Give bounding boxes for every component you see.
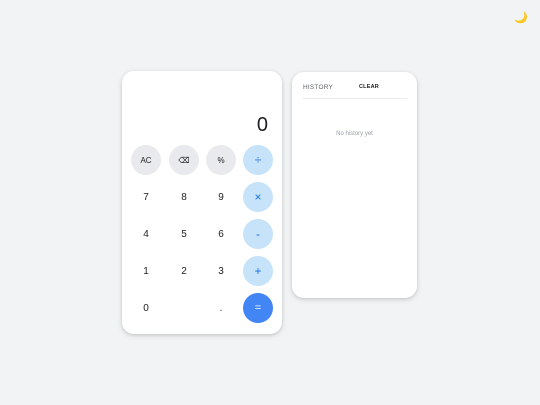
digit-4-button[interactable]: 4 — [131, 219, 161, 249]
clear-history-button[interactable]: CLEAR — [359, 84, 379, 90]
multiply-button[interactable]: × — [243, 182, 273, 212]
digit-5-button[interactable]: 5 — [169, 219, 199, 249]
add-button[interactable]: + — [243, 256, 273, 286]
decimal-button[interactable]: . — [206, 293, 236, 323]
theme-toggle-button[interactable]: 🌙 — [512, 9, 530, 27]
calculator-display: 0 — [256, 114, 268, 136]
backspace-icon: ⌫ — [178, 155, 190, 165]
digit-8-button[interactable]: 8 — [169, 182, 199, 212]
digit-6-button[interactable]: 6 — [206, 219, 236, 249]
backspace-button[interactable]: ⌫ — [169, 145, 199, 175]
ac-button[interactable]: AC — [131, 145, 161, 175]
moon-icon: 🌙 — [514, 11, 528, 24]
calculator-panel: 0 AC ⌫ % ÷ 7 8 9 × 4 5 6 - 1 2 3 + 0 . = — [122, 71, 282, 334]
digit-9-button[interactable]: 9 — [206, 182, 236, 212]
history-empty-message: No history yet — [336, 131, 373, 137]
page: 🌙 0 AC ⌫ % ÷ 7 8 9 × 4 5 6 - 1 2 3 + 0 .… — [0, 0, 540, 405]
digit-3-button[interactable]: 3 — [206, 256, 236, 286]
digit-2-button[interactable]: 2 — [169, 256, 199, 286]
history-divider — [303, 98, 407, 99]
digit-1-button[interactable]: 1 — [131, 256, 161, 286]
digit-7-button[interactable]: 7 — [131, 182, 161, 212]
history-panel: HISTORY CLEAR No history yet — [292, 72, 417, 298]
equals-button[interactable]: = — [243, 293, 273, 323]
history-title: HISTORY — [303, 84, 334, 91]
subtract-button[interactable]: - — [243, 219, 273, 249]
percent-button[interactable]: % — [206, 145, 236, 175]
digit-0-button[interactable]: 0 — [131, 293, 161, 323]
divide-button[interactable]: ÷ — [243, 145, 273, 175]
